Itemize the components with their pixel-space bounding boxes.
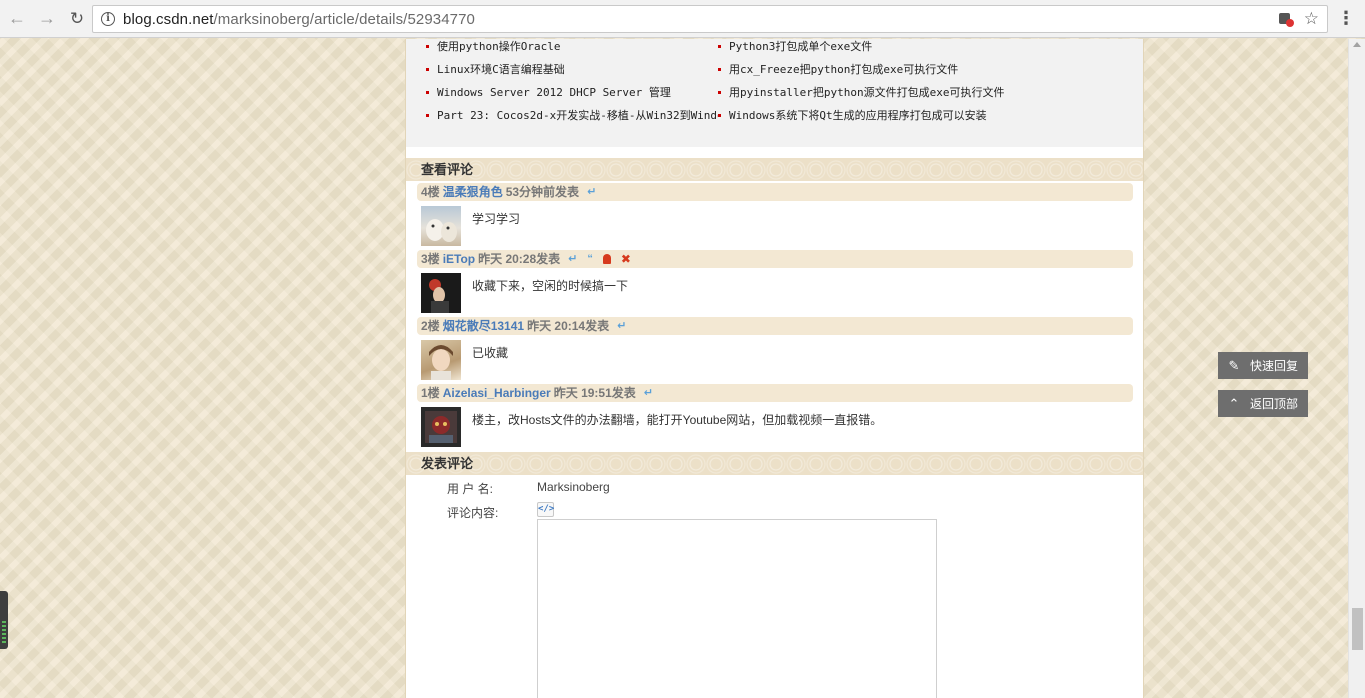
reply-icon[interactable]: ↵	[568, 253, 577, 265]
bullet-icon	[718, 68, 721, 71]
avatar[interactable]	[421, 206, 461, 246]
comment-body: 学习学习	[472, 212, 521, 226]
bullet-icon	[718, 45, 721, 48]
article-content: 使用python操作Oracle Linux环境C语言编程基础 Windows …	[405, 39, 1144, 698]
username-value: Marksinoberg	[537, 480, 610, 494]
quick-reply-button[interactable]: ✎ 快速回复	[1218, 352, 1308, 379]
comment-header: 2楼 烟花散尽13141 昨天 20:14发表 ↵	[417, 317, 1133, 335]
comment-header: 3楼 iETop 昨天 20:28发表 ↵ “ ✖	[417, 250, 1133, 268]
related-column-left: 使用python操作Oracle Linux环境C语言编程基础 Windows …	[426, 39, 718, 132]
comment-floor: 1楼	[421, 386, 440, 400]
comment-floor: 3楼	[421, 252, 440, 266]
comment-body: 收藏下来，空闲的时候搞一下	[472, 279, 629, 293]
reply-icon[interactable]: ↵	[587, 186, 596, 198]
quote-icon[interactable]: “	[587, 253, 593, 265]
url-path: /marksinoberg/article/details/52934770	[213, 10, 475, 28]
url-text[interactable]: blog.csdn.net/marksinoberg/article/detai…	[123, 11, 475, 28]
avatar[interactable]	[421, 340, 461, 380]
bullet-icon	[718, 114, 721, 117]
side-meter-widget[interactable]	[0, 591, 8, 649]
address-bar[interactable]: i blog.csdn.net/marksinoberg/article/det…	[92, 5, 1328, 33]
pencil-icon: ✎	[1228, 357, 1240, 373]
chevron-up-icon: ⌃	[1228, 395, 1240, 411]
insert-code-button[interactable]: </>	[537, 502, 554, 517]
avatar-image	[429, 345, 453, 380]
content-label: 评论内容:	[447, 506, 499, 520]
comment-user-link[interactable]: iETop	[443, 250, 475, 268]
report-icon[interactable]	[602, 254, 611, 264]
bullet-icon	[426, 68, 429, 71]
info-icon[interactable]: i	[101, 12, 115, 26]
related-link[interactable]: 用pyinstaller把python源文件打包成exe可执行文件	[718, 86, 1128, 109]
url-host: blog.csdn.net	[123, 10, 214, 28]
comment-user-link[interactable]: 温柔狠角色	[443, 183, 503, 201]
avatar[interactable]	[421, 407, 461, 447]
related-column-right: Python3打包成单个exe文件 用cx_Freeze把python打包成ex…	[718, 39, 1128, 132]
reply-icon[interactable]: ↵	[617, 320, 626, 332]
related-link[interactable]: 使用python操作Oracle	[426, 40, 718, 63]
bullet-icon	[426, 45, 429, 48]
comment-header: 1楼 Aizelasi_Harbinger 昨天 19:51发表 ↵	[417, 384, 1133, 402]
comment-time: 昨天 20:14发表	[527, 319, 610, 333]
comment-floor: 4楼	[421, 185, 440, 199]
menu-icon[interactable]: ⋮	[1337, 9, 1355, 27]
related-link[interactable]: Linux环境C语言编程基础	[426, 63, 718, 86]
avatar-image	[425, 411, 457, 443]
back-button[interactable]: ←	[4, 6, 30, 32]
star-icon[interactable]: ☆	[1304, 9, 1319, 29]
related-articles: 使用python操作Oracle Linux环境C语言编程基础 Windows …	[406, 39, 1143, 147]
username-label: 用 户 名:	[447, 482, 494, 496]
comment-user-link[interactable]: Aizelasi_Harbinger	[443, 384, 551, 402]
bullet-icon	[426, 114, 429, 117]
back-to-top-label: 返回顶部	[1250, 397, 1299, 411]
comment-time: 53分钟前发表	[505, 185, 580, 199]
bullet-icon	[718, 91, 721, 94]
reload-button[interactable]: ↻	[64, 6, 90, 32]
quick-reply-label: 快速回复	[1250, 359, 1299, 373]
back-to-top-button[interactable]: ⌃ 返回顶部	[1218, 390, 1308, 417]
related-link[interactable]: Python3打包成单个exe文件	[718, 40, 1128, 63]
comment-body: 楼主，改Hosts文件的办法翻墙，能打开Youtube网站，但加载视频一直报错。	[472, 413, 883, 427]
comment-user-link[interactable]: 烟花散尽13141	[443, 317, 524, 335]
comments-section-title: 查看评论	[406, 158, 1143, 181]
comment-header: 4楼 温柔狠角色 53分钟前发表 ↵	[417, 183, 1133, 201]
avatar-image	[429, 279, 449, 313]
comment-time: 昨天 19:51发表	[553, 386, 636, 400]
reply-icon[interactable]: ↵	[644, 387, 653, 399]
bullet-icon	[426, 91, 429, 94]
delete-icon[interactable]: ✖	[621, 253, 631, 265]
comment-body: 已收藏	[472, 346, 509, 360]
avatar[interactable]	[421, 273, 461, 313]
comment-time: 昨天 20:28发表	[478, 252, 561, 266]
arrow-left-icon: ←	[8, 8, 26, 28]
comment-floor: 2楼	[421, 319, 440, 333]
comment-textarea[interactable]	[537, 519, 937, 698]
page-scrollbar[interactable]	[1348, 39, 1365, 698]
reload-icon: ↻	[69, 8, 85, 28]
scroll-up-icon[interactable]	[1353, 42, 1361, 47]
browser-toolbar: ← → ↻ i blog.csdn.net/marksinoberg/artic…	[0, 0, 1365, 38]
avatar-image	[426, 219, 457, 242]
related-link[interactable]: Part 23: Cocos2d-x开发实战-移植-从Win32到Windows	[426, 109, 718, 132]
scroll-thumb[interactable]	[1352, 608, 1363, 650]
related-link[interactable]: 用cx_Freeze把python打包成exe可执行文件	[718, 63, 1128, 86]
related-link[interactable]: Windows系统下将Qt生成的应用程序打包成可以安装	[718, 109, 1128, 132]
forward-button[interactable]: →	[34, 6, 60, 32]
arrow-right-icon: →	[38, 8, 56, 28]
post-comment-title: 发表评论	[406, 452, 1143, 475]
extension-icon[interactable]	[1278, 11, 1294, 27]
related-link[interactable]: Windows Server 2012 DHCP Server 管理	[426, 86, 718, 109]
